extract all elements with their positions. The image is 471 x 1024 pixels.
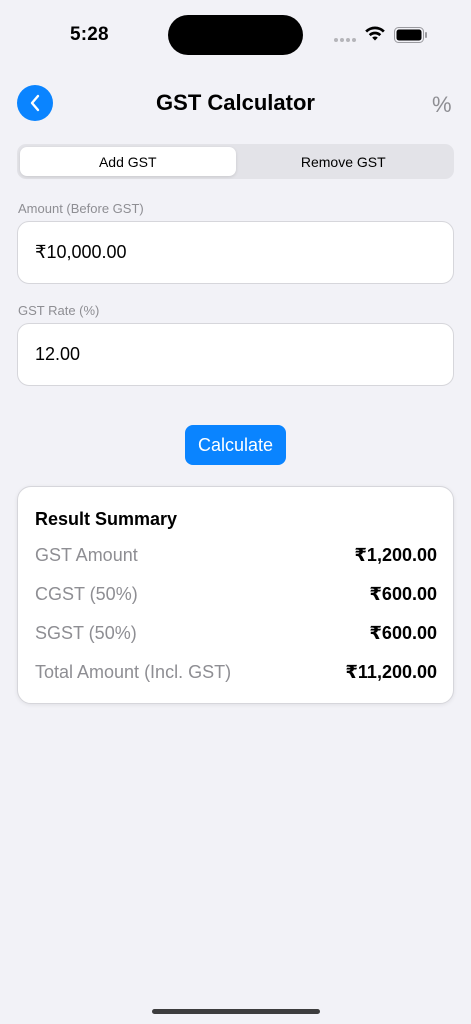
result-summary-card: Result Summary GST Amount ₹1,200.00 CGST… [17, 486, 454, 704]
result-row-value: ₹600.00 [369, 584, 437, 604]
percent-icon[interactable]: % [432, 92, 452, 118]
dynamic-island [168, 15, 303, 55]
result-row-label: CGST (50%) [35, 584, 138, 604]
cellular-signal-icon [334, 38, 356, 42]
amount-label: Amount (Before GST) [18, 201, 144, 216]
result-row-sgst: SGST (50%) ₹600.00 [35, 623, 437, 644]
status-time: 5:28 [70, 24, 109, 45]
page-title: GST Calculator [156, 90, 315, 115]
segment-add-gst[interactable]: Add GST [20, 147, 236, 176]
chevron-left-icon [30, 94, 40, 112]
wifi-icon [365, 26, 385, 41]
home-indicator[interactable] [152, 1009, 320, 1014]
gst-calculator-screen: 5:28 GST Calculator % Add GST Remove GST… [0, 0, 471, 1024]
amount-input[interactable]: ₹10,000.00 [17, 221, 454, 284]
result-row-label: GST Amount [35, 545, 138, 565]
gst-rate-label: GST Rate (%) [18, 303, 100, 318]
result-row-label: Total Amount (Incl. GST) [35, 662, 232, 682]
back-button[interactable] [17, 85, 53, 121]
gst-rate-input[interactable]: 12.00 [17, 323, 454, 386]
result-summary-title: Result Summary [35, 509, 178, 529]
battery-icon [394, 27, 427, 43]
mode-segmented-control: Add GST Remove GST [17, 144, 454, 179]
result-row-value: ₹600.00 [369, 623, 437, 643]
calculate-button[interactable]: Calculate [185, 425, 286, 465]
result-row-total: Total Amount (Incl. GST) ₹11,200.00 [35, 662, 437, 683]
result-row-cgst: CGST (50%) ₹600.00 [35, 584, 437, 605]
segment-remove-gst[interactable]: Remove GST [236, 147, 452, 176]
result-row-label: SGST (50%) [35, 623, 137, 643]
result-row-value: ₹1,200.00 [354, 545, 437, 565]
gst-rate-value: 12.00 [35, 344, 81, 364]
result-row-gst-amount: GST Amount ₹1,200.00 [35, 545, 437, 566]
result-row-value: ₹11,200.00 [345, 662, 437, 682]
amount-value: ₹10,000.00 [35, 242, 127, 262]
